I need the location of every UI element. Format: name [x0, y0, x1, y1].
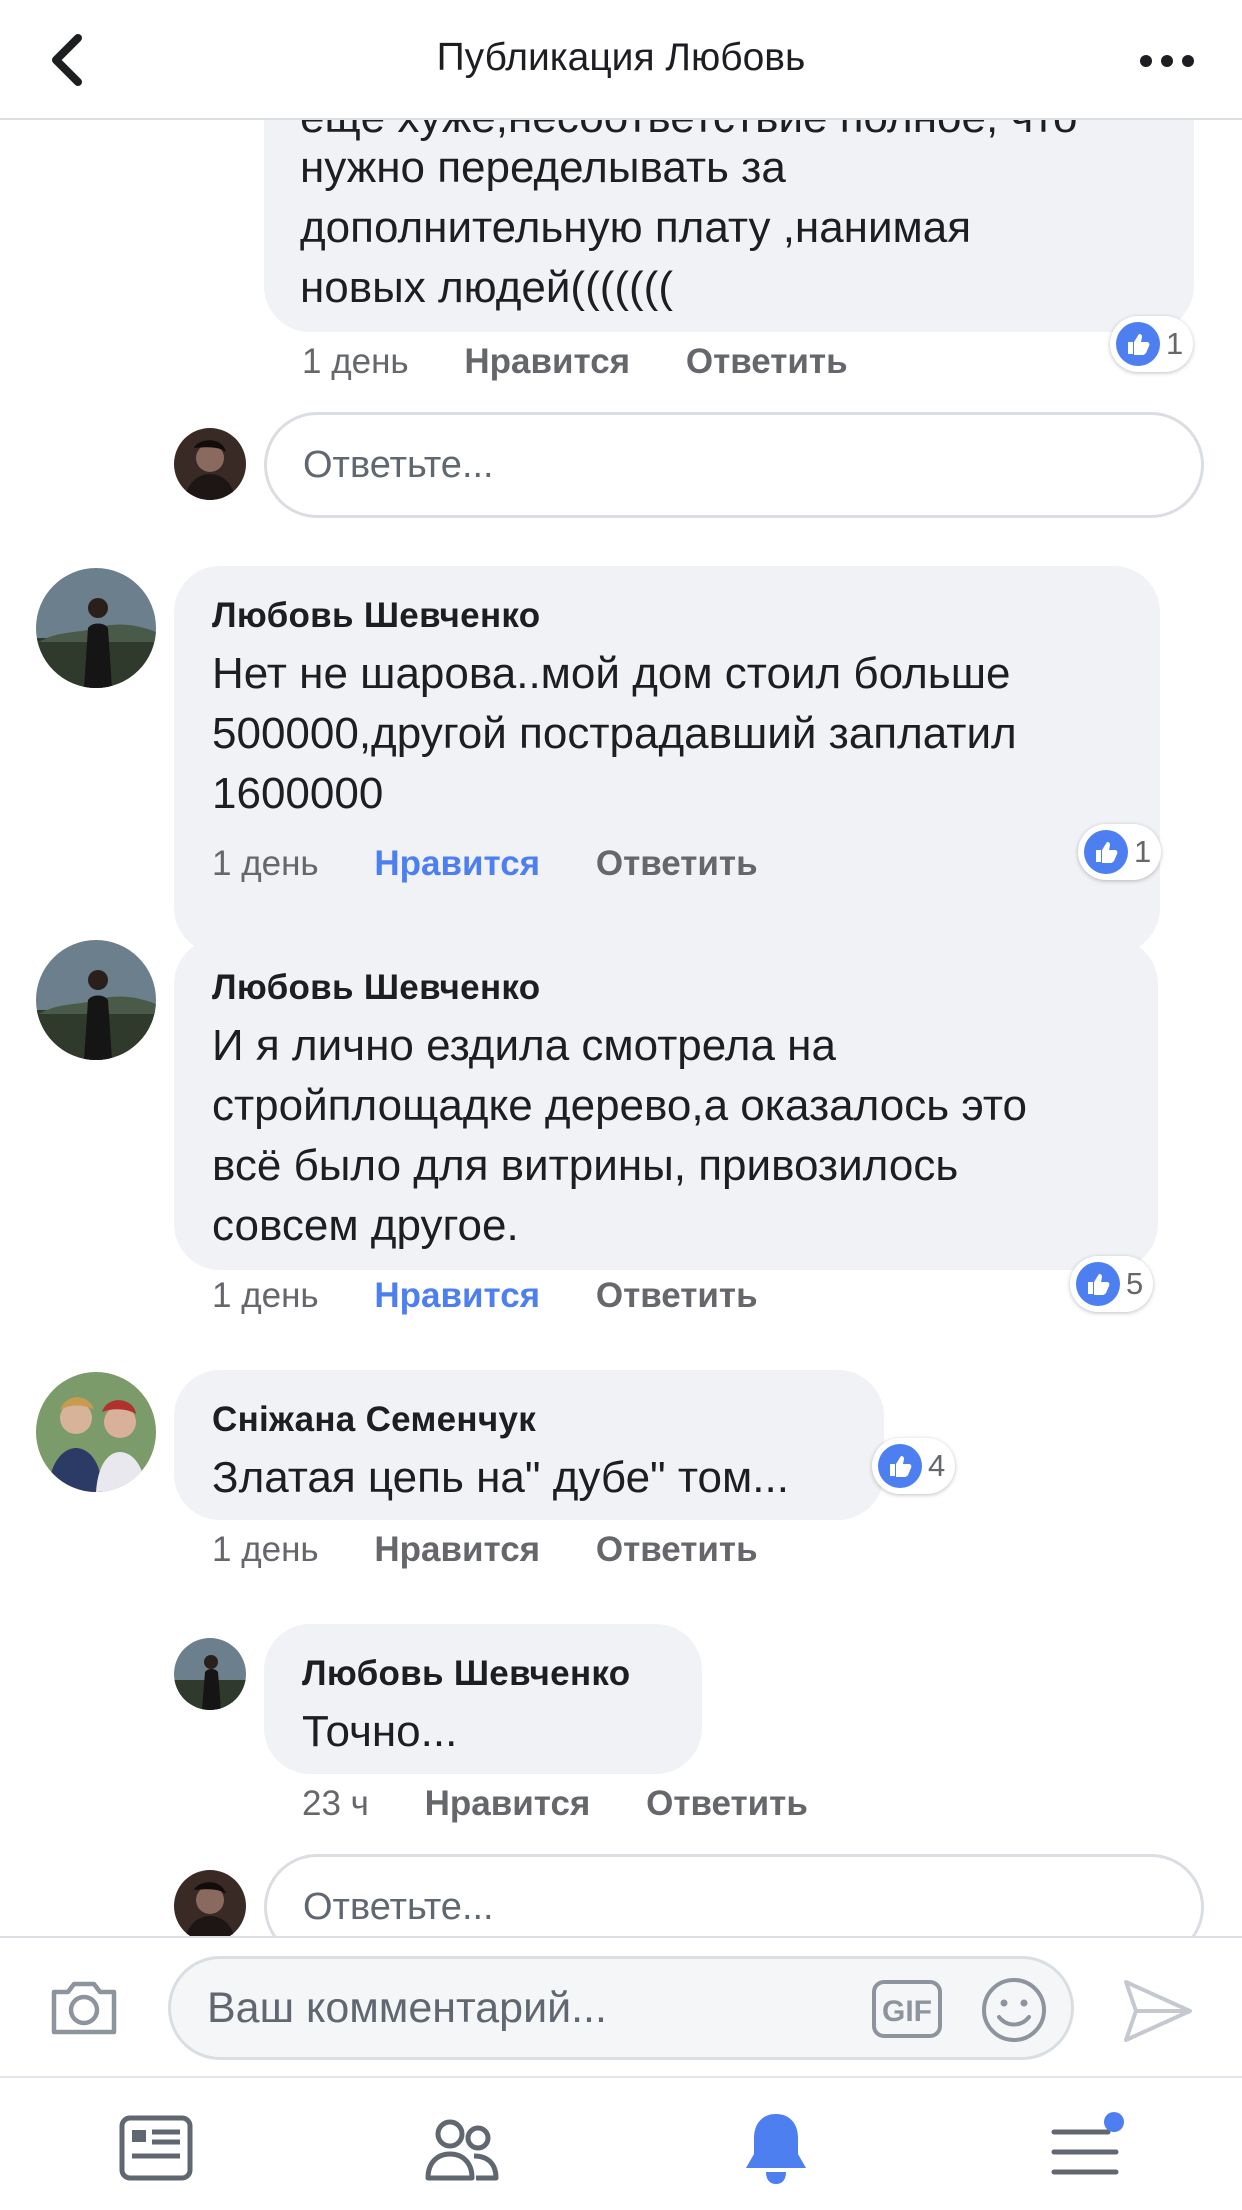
svg-text:GIF: GIF [882, 1995, 932, 2028]
like-button[interactable]: Нравится [374, 844, 540, 883]
avatar[interactable] [36, 1372, 156, 1492]
reply-button[interactable]: Ответить [596, 844, 758, 883]
send-button[interactable] [1120, 1976, 1196, 2046]
comment-time: 1 день [302, 342, 409, 381]
camera-button[interactable] [48, 1976, 120, 2038]
comment-text-line: совсем другое. [212, 1201, 519, 1250]
reply-placeholder: Ответьте... [303, 444, 494, 486]
menu-icon [1051, 2112, 1124, 2175]
tab-notifications[interactable] [734, 2106, 818, 2190]
comment-text-line: стройплощадке дерево,а оказалось это [212, 1081, 1027, 1130]
bottom-tab-bar [0, 2076, 1242, 2210]
comment-author[interactable]: Сніжана Семенчук [212, 1400, 536, 1440]
like-button[interactable]: Нравится [374, 1276, 540, 1315]
comment-author[interactable]: Любовь Шевченко [212, 968, 540, 1008]
comment-author[interactable]: Любовь Шевченко [212, 596, 540, 636]
avatar[interactable] [36, 568, 156, 688]
comment-text-line: Златая цепь на" дубе" том... [212, 1453, 789, 1502]
send-icon [1124, 1980, 1192, 2042]
like-reaction-icon [1084, 830, 1128, 874]
comment-time: 1 день [212, 844, 319, 883]
page-title: Публикация Любовь [436, 36, 806, 79]
comment-time: 1 день [212, 1276, 319, 1315]
comment-meta: 1 день Нравится Ответить [302, 342, 848, 382]
camera-icon [51, 1981, 117, 2035]
comment-text-line: дополнительную плату ,нанимая [300, 203, 972, 252]
comment-text-line: нужно переделывать за [300, 143, 786, 192]
gif-icon: GIF [872, 1980, 942, 2038]
reply-meta: 23 ч Нравится Ответить [302, 1784, 808, 1824]
reaction-number: 5 [1126, 1266, 1144, 1301]
reply-input[interactable]: Ответьте... [264, 412, 1204, 518]
reaction-number: 4 [928, 1448, 946, 1483]
reaction-count[interactable]: 1 [1110, 316, 1194, 372]
comment-meta: 1 день Нравится Ответить [212, 1276, 758, 1316]
reply-text: Точно... [302, 1707, 458, 1756]
comment-composer: Ваш комментарий... GIF [0, 1936, 1242, 2078]
friends-icon [425, 2119, 499, 2181]
reaction-count[interactable]: 4 [872, 1438, 956, 1494]
more-options-button[interactable] [1132, 36, 1202, 86]
reaction-count[interactable]: 5 [1070, 1256, 1154, 1312]
top-bar: Публикация Любовь [0, 0, 1242, 120]
comment-text-line: всё было для витрины, привозилось [212, 1141, 959, 1190]
emoji-button[interactable] [979, 1975, 1049, 2045]
like-button[interactable]: Нравится [425, 1784, 591, 1823]
reaction-number: 1 [1166, 326, 1184, 361]
comment-placeholder: Ваш комментарий... [207, 1984, 607, 2032]
reply-author[interactable]: Любовь Шевченко [302, 1654, 630, 1694]
like-button[interactable]: Нравится [464, 342, 630, 381]
comment-input[interactable]: Ваш комментарий... GIF [168, 1956, 1074, 2060]
reply-button[interactable]: Ответить [596, 1530, 758, 1569]
emoji-icon [982, 1978, 1046, 2042]
reply-button[interactable]: Ответить [646, 1784, 808, 1823]
tab-friends[interactable] [420, 2106, 504, 2190]
reaction-count[interactable]: 1 [1078, 824, 1162, 880]
avatar[interactable] [174, 1638, 246, 1710]
comment-text-line: И я лично ездила смотрела на [212, 1021, 836, 1070]
tab-news-feed[interactable] [114, 2106, 198, 2190]
avatar [174, 1870, 246, 1936]
reply-placeholder: Ответьте... [303, 1886, 494, 1928]
comment-meta: 1 день Нравится Ответить [212, 1530, 758, 1570]
comment-text-line: новых людей((((((( [300, 263, 673, 312]
gif-button[interactable]: GIF [871, 1979, 943, 2039]
reply-button[interactable]: Ответить [596, 1276, 758, 1315]
news-feed-icon [119, 2115, 193, 2181]
comment-time: 1 день [212, 1530, 319, 1569]
like-reaction-icon [1116, 322, 1160, 366]
reply-button[interactable]: Ответить [686, 342, 848, 381]
notifications-bell-icon [746, 2114, 806, 2184]
like-button[interactable]: Нравится [374, 1530, 540, 1569]
avatar [174, 428, 246, 500]
comment-text-line: Нет не шарова..мой дом стоил больше [212, 649, 1011, 698]
like-reaction-icon [878, 1444, 922, 1488]
reaction-number: 1 [1134, 834, 1152, 869]
avatar[interactable] [36, 940, 156, 1060]
more-dots-icon [1140, 55, 1194, 67]
like-reaction-icon [1076, 1262, 1120, 1306]
comments-feed[interactable]: ещё хуже,несоответствие полное, что нужн… [0, 120, 1242, 1936]
comment-text-line: 500000,другой пострадавший заплатил [212, 709, 1017, 758]
comment-meta: 1 день Нравится Ответить [212, 844, 758, 884]
tab-menu[interactable] [1046, 2106, 1130, 2190]
reply-time: 23 ч [302, 1784, 369, 1823]
comment-text-line: 1600000 [212, 769, 384, 818]
reply-input[interactable]: Ответьте... [264, 1854, 1204, 1936]
